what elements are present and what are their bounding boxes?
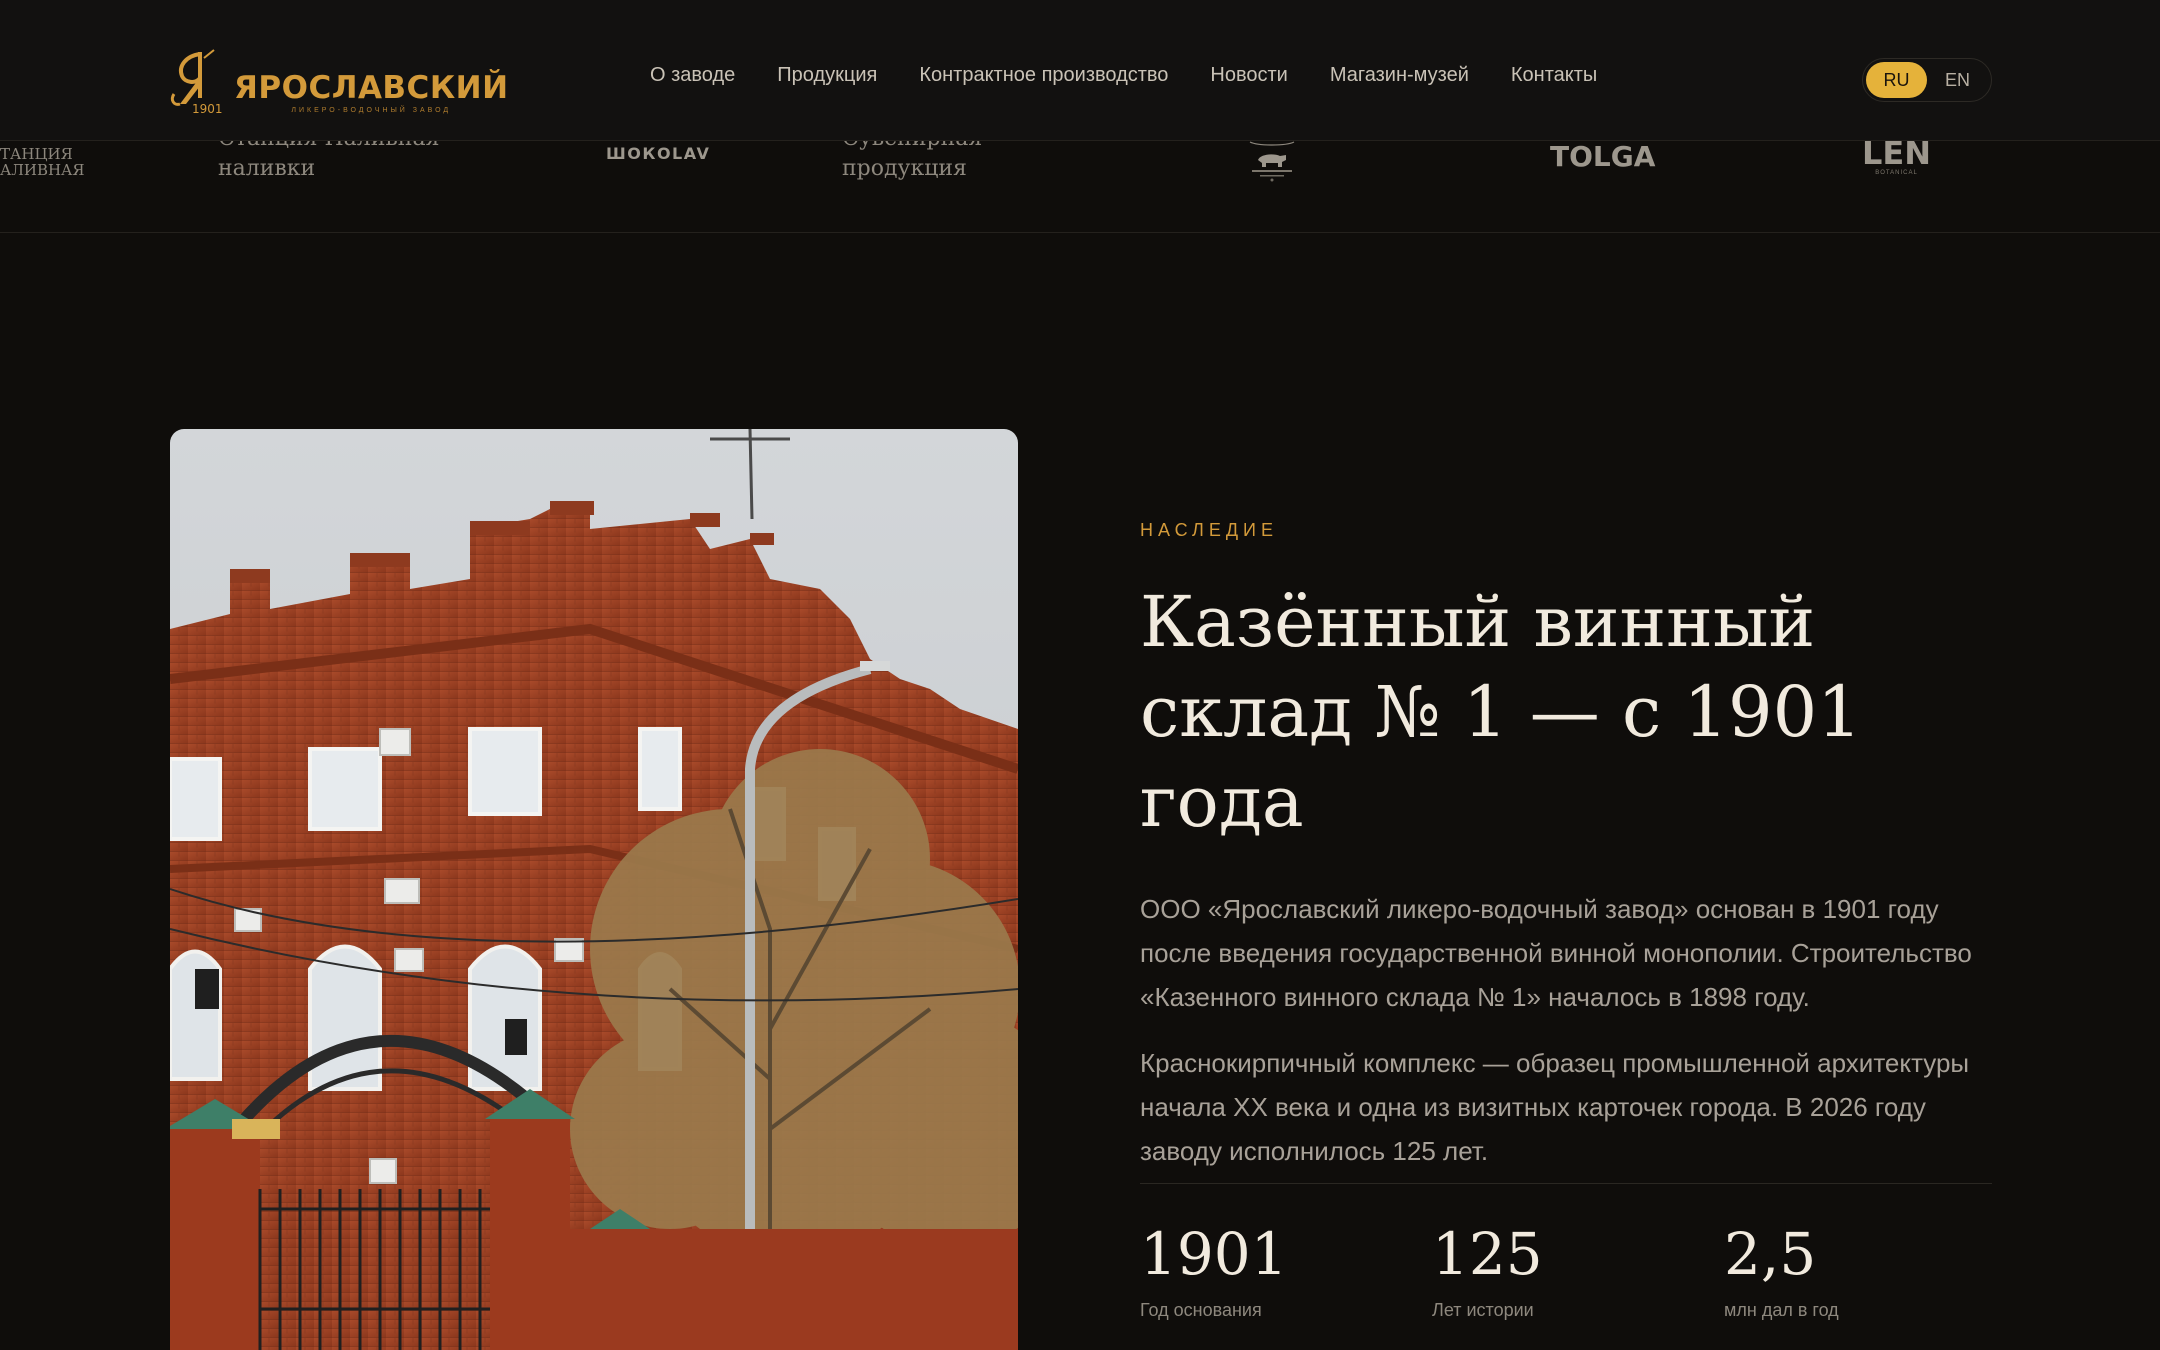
logo[interactable]: 1901 ЯРОСЛАВСКИЙ ЛИКЕРО-ВОДОЧНЫЙ ЗАВОД xyxy=(168,48,509,114)
brand-station-cut-line2: АЛИВНАЯ xyxy=(0,161,85,179)
brand-station-line2: наливки xyxy=(218,156,316,181)
site-header: 1901 ЯРОСЛАВСКИЙ ЛИКЕРО-ВОДОЧНЫЙ ЗАВОД О… xyxy=(0,0,2160,141)
bear-emblem-icon[interactable] xyxy=(1244,140,1300,182)
logo-title: ЯРОСЛАВСКИЙ xyxy=(234,70,509,106)
logo-mark-icon: 1901 xyxy=(170,49,223,114)
brand-station-cut[interactable]: ТАНЦИЯ АЛИВНАЯ xyxy=(0,146,85,178)
nav-shop-museum[interactable]: Магазин-музей xyxy=(1330,64,1469,87)
brand-shokolav[interactable]: ШОКОLAV xyxy=(606,144,710,163)
section-title: Казённый винный склад № 1 — с 1901 года xyxy=(1140,577,1990,847)
factory-building-illustration xyxy=(170,429,1018,1350)
stats-row: 1901 Год основания 125 Лет истории 2,5 м… xyxy=(1140,1222,2016,1321)
brand-souvenir[interactable]: Сувенирная продукция xyxy=(842,140,982,184)
stat-history-years: 125 Лет истории xyxy=(1432,1222,1724,1321)
stat-volume: 2,5 млн дал в год xyxy=(1724,1222,2016,1321)
brand-len-word: LEN xyxy=(1862,140,1932,172)
section-title-line1: Казённый винный xyxy=(1140,581,1816,663)
brand-souvenir-line2: продукция xyxy=(842,156,967,181)
nav-contacts[interactable]: Контакты xyxy=(1511,64,1597,87)
stat-label: Год основания xyxy=(1140,1300,1262,1320)
section-title-line2: склад № 1 — с 1901 года xyxy=(1140,671,1862,843)
lang-en-button[interactable]: EN xyxy=(1927,62,1988,98)
stat-value: 125 xyxy=(1432,1220,1543,1288)
brand-station-cut-line1: ТАНЦИЯ xyxy=(0,145,73,163)
section-paragraph-1: ООО «Ярославский ликеро-водочный завод» … xyxy=(1140,894,1972,1012)
nav-news[interactable]: Новости xyxy=(1210,64,1287,87)
brand-station[interactable]: Станция Наливная наливки xyxy=(218,140,439,184)
language-switcher: RU EN xyxy=(1862,58,1992,102)
heritage-section: НАСЛЕДИЕ Казённый винный склад № 1 — с 1… xyxy=(1140,520,1990,1173)
nav-about[interactable]: О заводе xyxy=(650,64,735,87)
logo-subtitle: ЛИКЕРО-ВОДОЧНЫЙ ЗАВОД xyxy=(291,107,452,114)
brand-len[interactable]: LEN BOTANICAL xyxy=(1862,140,1931,176)
main-nav: О заводе Продукция Контрактное производс… xyxy=(650,64,1597,87)
stat-founded: 1901 Год основания xyxy=(1140,1222,1432,1321)
stats-divider xyxy=(1140,1183,1992,1184)
brand-souvenir-line1: Сувенирная xyxy=(842,140,982,154)
section-eyebrow: НАСЛЕДИЕ xyxy=(1140,520,1278,540)
stat-value: 2,5 xyxy=(1724,1220,1817,1288)
stat-value: 1901 xyxy=(1140,1220,1288,1288)
brand-strip: ТАНЦИЯ АЛИВНАЯ Станция Наливная наливки … xyxy=(0,140,2160,233)
section-paragraph-2: Краснокирпичный комплекс — образец промы… xyxy=(1140,1048,1970,1166)
factory-building-photo xyxy=(170,429,1018,1350)
stat-label: млн дал в год xyxy=(1724,1300,1839,1320)
svg-text:1901: 1901 xyxy=(192,102,223,114)
nav-contract-production[interactable]: Контрактное производство xyxy=(919,64,1168,87)
brand-station-line1: Станция Наливная xyxy=(218,140,439,154)
brand-tolga[interactable]: TOLGA xyxy=(1550,140,1655,173)
stat-label: Лет истории xyxy=(1432,1300,1534,1320)
nav-products[interactable]: Продукция xyxy=(777,64,877,87)
lang-ru-button[interactable]: RU xyxy=(1866,62,1927,98)
